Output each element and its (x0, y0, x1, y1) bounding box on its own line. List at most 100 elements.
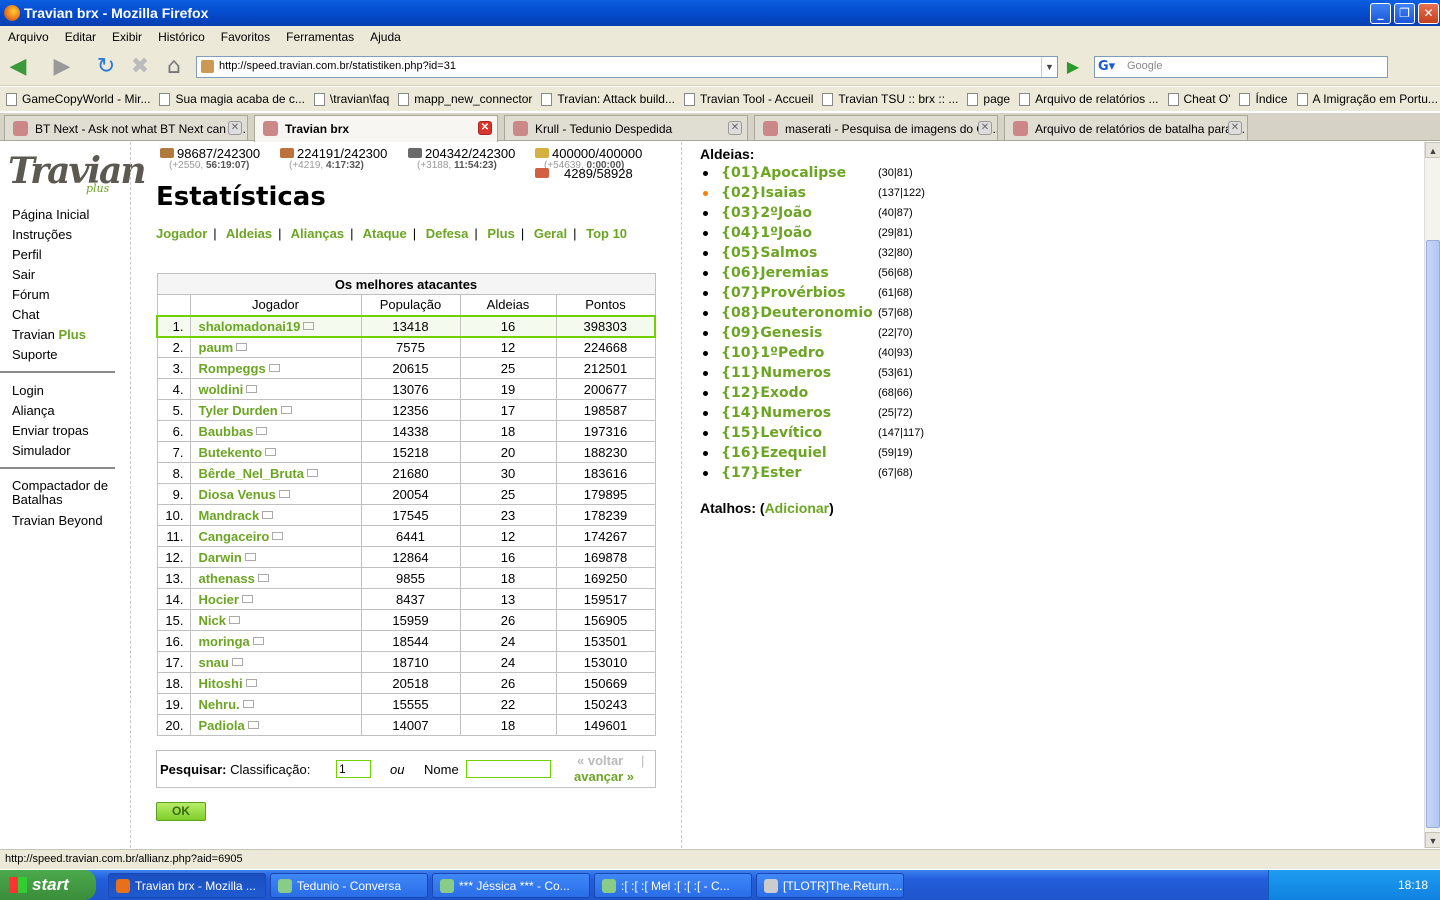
url-dropdown-icon[interactable]: ▼ (1041, 57, 1057, 77)
message-icon[interactable] (268, 363, 280, 372)
nav-defesa[interactable]: Defesa (426, 226, 469, 241)
name-input[interactable] (466, 760, 551, 778)
bookmark-item[interactable]: Índice (1239, 92, 1288, 106)
minimize-button[interactable]: _ (1370, 3, 1391, 24)
taskbar-item-tlotr[interactable]: [TLOTR]The.Return.... (756, 873, 904, 898)
player-link[interactable]: Tyler Durden (189, 399, 362, 421)
menu-chat[interactable]: Chat (12, 305, 122, 325)
menu-simulador[interactable]: Simulador (12, 441, 122, 461)
village-link[interactable]: {06}Jeremias (721, 265, 829, 281)
menu-travian-beyond[interactable]: Travian Beyond (12, 511, 122, 531)
forward-icon[interactable]: ▶ (50, 56, 74, 80)
nav-aldeias[interactable]: Aldeias (226, 226, 272, 241)
message-icon[interactable] (236, 342, 248, 351)
menu-sair[interactable]: Sair (12, 265, 122, 285)
reload-icon[interactable]: ↻ (94, 56, 118, 80)
village-link[interactable]: {12}Exodo (721, 385, 808, 401)
message-icon[interactable] (262, 510, 274, 519)
scroll-up-icon[interactable]: ▲ (1425, 142, 1440, 158)
bookmark-item[interactable]: Arquivo de relatórios ... (1019, 92, 1159, 106)
menu-favoritos[interactable]: Favoritos (221, 30, 270, 44)
message-icon[interactable] (256, 426, 268, 435)
village-link[interactable]: {07}Provérbios (721, 285, 846, 301)
tab-arquivo[interactable]: Arquivo de relatórios de batalha para ..… (1004, 115, 1248, 140)
travian-logo[interactable]: Travian plus (6, 146, 147, 198)
message-icon[interactable] (245, 678, 257, 687)
tab-close-icon[interactable]: ✕ (1228, 121, 1242, 135)
player-link[interactable]: Nick (189, 609, 362, 631)
player-link[interactable]: Hitoshi (189, 672, 362, 694)
stop-icon[interactable]: ✖ (128, 56, 152, 80)
village-link[interactable]: {14}Numeros (721, 405, 831, 421)
home-icon[interactable]: ⌂ (162, 56, 186, 80)
bookmark-item[interactable]: \travian\faq (313, 92, 389, 106)
menu-exibir[interactable]: Exibir (112, 30, 142, 44)
tab-close-icon[interactable]: ✕ (728, 121, 742, 135)
taskbar-item-firefox[interactable]: Travian brx - Mozilla ... (108, 873, 266, 898)
start-button[interactable]: start (0, 870, 96, 900)
village-link[interactable]: {16}Ezequiel (721, 445, 827, 461)
menu-editar[interactable]: Editar (65, 30, 96, 44)
menu-compactador[interactable]: Compactador de Batalhas (12, 477, 122, 511)
village-link[interactable]: {10}1ºPedro (721, 345, 824, 361)
bookmark-item[interactable]: mapp_new_connector (398, 92, 532, 106)
tab-close-icon[interactable]: ✕ (978, 121, 992, 135)
menu-instrucoes[interactable]: Instruções (12, 225, 122, 245)
menu-login[interactable]: Login (12, 381, 122, 401)
menu-ajuda[interactable]: Ajuda (370, 30, 401, 44)
player-link[interactable]: Baubbas (189, 420, 362, 442)
bookmark-item[interactable]: Travian TSU :: brx :: ... (822, 92, 958, 106)
tab-close-icon[interactable]: ✕ (228, 121, 242, 135)
menu-perfil[interactable]: Perfil (12, 245, 122, 265)
tab-maserati[interactable]: maserati - Pesquisa de imagens do Go... ✕ (754, 115, 998, 140)
url-bar[interactable]: http://speed.travian.com.br/statistiken.… (196, 56, 1058, 78)
player-link[interactable]: athenass (189, 567, 362, 589)
player-link[interactable]: woldini (189, 378, 362, 400)
message-icon[interactable] (265, 447, 277, 456)
nav-jogador[interactable]: Jogador (156, 226, 207, 241)
village-link[interactable]: {01}Apocalipse (721, 165, 846, 181)
menu-pagina-inicial[interactable]: Página Inicial (12, 205, 122, 225)
bookmark-item[interactable]: GameCopyWorld - Mir... (6, 92, 150, 106)
tab-bt-next[interactable]: BT Next - Ask not what BT Next can d... ✕ (4, 115, 248, 140)
message-icon[interactable] (278, 489, 290, 498)
bookmark-item[interactable]: A Imigração em Portu... (1296, 92, 1438, 106)
player-link[interactable]: Cangaceiro (189, 525, 362, 547)
message-icon[interactable] (241, 594, 253, 603)
forward-link[interactable]: avançar » (574, 769, 634, 784)
taskbar-item-jessica[interactable]: *** Jéssica *** - Co... (432, 873, 590, 898)
menu-suporte[interactable]: Suporte (12, 345, 122, 365)
message-icon[interactable] (257, 573, 269, 582)
message-icon[interactable] (244, 552, 256, 561)
player-link[interactable]: Mandrack (189, 504, 362, 526)
google-icon[interactable]: G▾ (1098, 59, 1122, 75)
menu-enviar-tropas[interactable]: Enviar tropas (12, 421, 122, 441)
taskbar-item-mel[interactable]: :[ :[ :[ Mel :[ :[ :[ - C... (594, 873, 752, 898)
message-icon[interactable] (280, 405, 292, 414)
message-icon[interactable] (303, 321, 315, 330)
nav-geral[interactable]: Geral (534, 226, 567, 241)
village-link[interactable]: {08}Deuteronomio (721, 305, 873, 321)
tab-close-icon[interactable]: ✕ (478, 121, 492, 135)
player-link[interactable]: Rompeggs (189, 357, 362, 379)
player-link[interactable]: Padiola (189, 714, 362, 736)
village-link[interactable]: {17}Ester (721, 465, 801, 481)
tab-travian-brx[interactable]: Travian brx ✕ (254, 115, 498, 142)
village-link[interactable]: {04}1ºJoão (721, 225, 812, 241)
player-link[interactable]: Nehru. (189, 693, 362, 715)
message-icon[interactable] (228, 615, 240, 624)
nav-top10[interactable]: Top 10 (586, 226, 627, 241)
bookmark-item[interactable]: Travian: Attack build... (541, 92, 675, 106)
search-input[interactable]: G▾ Google (1094, 56, 1388, 78)
village-link[interactable]: {05}Salmos (721, 245, 817, 261)
nav-ataque[interactable]: Ataque (363, 226, 407, 241)
player-link[interactable]: Bêrde_Nel_Bruta (189, 462, 362, 484)
message-icon[interactable] (247, 720, 259, 729)
player-link[interactable]: shalomadonai19 (189, 314, 362, 338)
village-link[interactable]: {03}2ºJoão (721, 205, 812, 221)
nav-aliancas[interactable]: Alianças (291, 226, 344, 241)
bookmark-item[interactable]: Cheat O' (1167, 92, 1230, 106)
menu-ferramentas[interactable]: Ferramentas (286, 30, 354, 44)
back-icon[interactable]: ◀ (6, 56, 30, 80)
go-icon[interactable]: ▶ (1062, 57, 1084, 77)
